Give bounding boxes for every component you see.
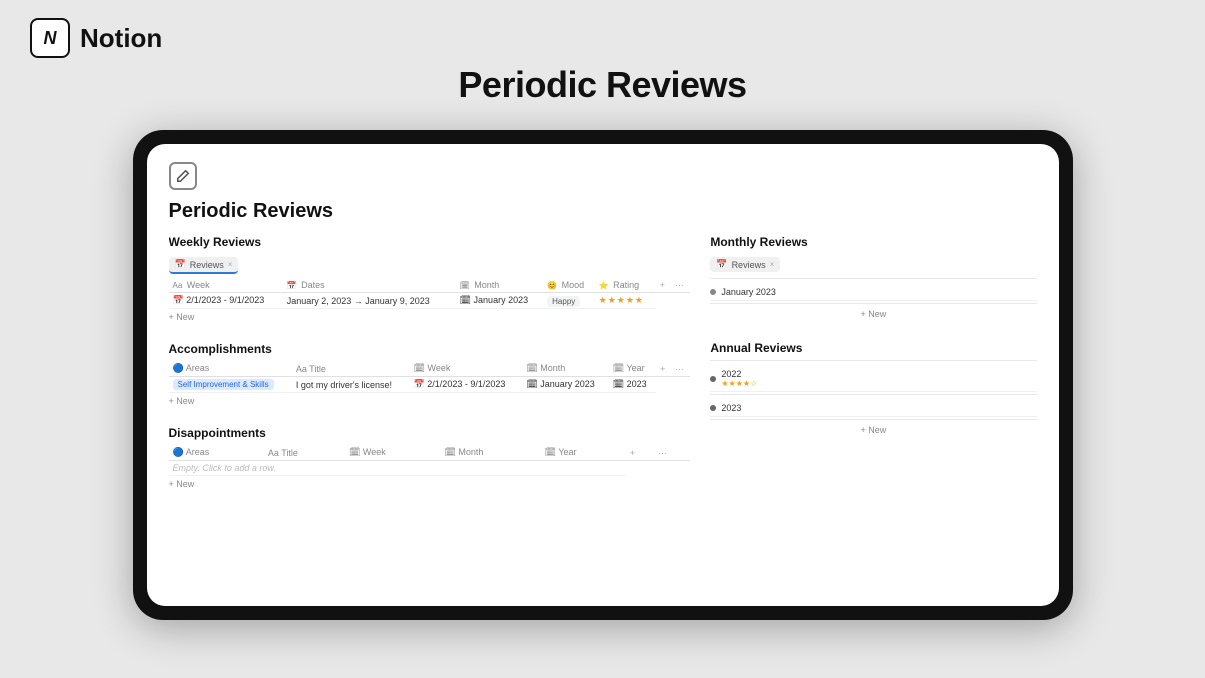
monthly-reviews-section: Monthly Reviews 📅 Reviews × January 2023 (710, 235, 1036, 319)
annual-reviews-section: Annual Reviews 2022 ★★★★☆ 202 (710, 341, 1036, 435)
col-dis-month: 🗓 Month (440, 445, 540, 461)
bullet-icon3 (710, 405, 716, 411)
page-title-heading: Periodic Reviews (30, 64, 1175, 106)
cell-acc-week: 📅 2/1/2023 - 9/1/2023 (410, 377, 523, 393)
disappointments-db: 🔵 Areas Aa Title 🗓 Week 🗓 Month 🗓 Year +… (169, 445, 691, 489)
annual-reviews-title: Annual Reviews (710, 341, 1036, 355)
col-more2[interactable]: ··· (671, 361, 690, 377)
notion-top-bar (169, 162, 1037, 190)
divider1 (710, 278, 1036, 279)
annual-2023-label: 2023 (721, 403, 1036, 413)
col-mood: 😊 Mood (543, 278, 594, 293)
col-month: 🗓 Month (456, 278, 544, 293)
dis-header-row: 🔵 Areas Aa Title 🗓 Week 🗓 Month 🗓 Year +… (169, 445, 691, 461)
annual-new-row[interactable]: + New (710, 425, 1036, 435)
monthly-item-jan: January 2023 (721, 287, 1036, 297)
notion-page-title: Periodic Reviews (169, 200, 1037, 223)
bullet-icon (710, 289, 716, 295)
disappointments-section: Disappointments 🔵 Areas Aa Title 🗓 Week … (169, 426, 691, 489)
col-more[interactable]: ··· (671, 278, 691, 293)
col-dis-add[interactable]: + (626, 445, 654, 461)
bullet-icon2 (710, 376, 716, 382)
weekly-reviews-header-row: Aa Week 📅 Dates 🗓 Month 😊 Mood ⭐ Rating … (169, 278, 691, 293)
list-item[interactable]: 2022 ★★★★☆ (710, 366, 1036, 392)
col-add[interactable]: + (656, 278, 671, 293)
disappointments-title: Disappointments (169, 426, 691, 440)
notion-brand-name: Notion (80, 23, 162, 54)
divider5 (710, 419, 1036, 420)
divider3 (710, 360, 1036, 361)
col-dis-year: 🗓 Year (541, 445, 626, 461)
col-month2: 🗓 Month (522, 361, 608, 377)
monthly-new-row-label: + New (861, 309, 887, 319)
col-year: 🗓 Year (609, 361, 656, 377)
monthly-tab-x: × (770, 260, 775, 269)
list-item[interactable]: 2023 (710, 400, 1036, 417)
weekly-reviews-db: 📅 Reviews × Aa Week 📅 Dates 🗓 Month (169, 254, 691, 322)
notion-body: Weekly Reviews 📅 Reviews × Aa Week (169, 235, 1037, 606)
calendar-icon2: 📅 (716, 259, 727, 270)
calendar-icon: 📅 (175, 259, 186, 270)
col-rating: ⭐ Rating (595, 278, 656, 293)
accomplishments-table: 🔵 Areas Aa Title 🗓 Week 🗓 Month 🗓 Year +… (169, 361, 691, 393)
weekly-reviews-tab-label: Reviews (190, 260, 224, 270)
cell-month: 🗓 January 2023 (456, 293, 544, 309)
col-dis-areas: 🔵 Areas (169, 445, 264, 461)
monthly-reviews-tab[interactable]: 📅 Reviews × (710, 257, 780, 272)
col-dis-title: Aa Title (264, 445, 345, 461)
accomplishments-section: Accomplishments 🔵 Areas Aa Title 🗓 Week … (169, 342, 691, 406)
monthly-new-row[interactable]: + New (710, 309, 1036, 319)
notion-brand: N Notion (30, 18, 162, 58)
notion-logo-icon: N (30, 18, 70, 58)
cell-rating: ★★★★★ (595, 293, 656, 309)
col-add2[interactable]: + (656, 361, 671, 377)
weekly-reviews-title: Weekly Reviews (169, 235, 691, 249)
table-row: Empty. Click to add a row. (169, 461, 691, 476)
table-row[interactable]: Self Improvement & Skills I got my drive… (169, 377, 691, 393)
col-dis-more[interactable]: ··· (654, 445, 690, 461)
monthly-tab-label: Reviews (732, 260, 766, 270)
annual-2022-label: 2022 (721, 369, 1036, 379)
table-row[interactable]: 📅 2/1/2023 - 9/1/2023 January 2, 2023 → … (169, 293, 691, 309)
acc-new-row[interactable]: New (169, 396, 691, 406)
left-column: Weekly Reviews 📅 Reviews × Aa Week (169, 235, 691, 606)
tablet-screen: Periodic Reviews Weekly Reviews 📅 Review… (147, 144, 1059, 606)
annual-new-row-label: + New (861, 425, 887, 435)
empty-row-text: Empty. Click to add a row. (169, 461, 626, 476)
col-dis-week: 🗓 Week (345, 445, 440, 461)
weekly-reviews-tab[interactable]: 📅 Reviews × (169, 257, 239, 274)
cell-area: Self Improvement & Skills (169, 377, 292, 393)
right-column: Monthly Reviews 📅 Reviews × January 2023 (710, 235, 1036, 606)
accomplishments-db: 🔵 Areas Aa Title 🗓 Week 🗓 Month 🗓 Year +… (169, 361, 691, 406)
cell-acc-year: 🗓 2023 (609, 377, 656, 393)
edit-icon[interactable] (169, 162, 197, 190)
weekly-reviews-section: Weekly Reviews 📅 Reviews × Aa Week (169, 235, 691, 322)
monthly-reviews-title: Monthly Reviews (710, 235, 1036, 249)
annual-2022-stars: ★★★★☆ (721, 379, 1036, 388)
tablet-frame: Periodic Reviews Weekly Reviews 📅 Review… (133, 130, 1073, 620)
col-dates: 📅 Dates (283, 278, 456, 293)
cell-week: 📅 2/1/2023 - 9/1/2023 (169, 293, 283, 309)
tab-close: × (228, 260, 233, 269)
col-areas: 🔵 Areas (169, 361, 292, 377)
cell-mood: Happy (543, 293, 594, 309)
header: N Notion Periodic Reviews (0, 0, 1205, 130)
notion-page: Periodic Reviews Weekly Reviews 📅 Review… (147, 144, 1059, 606)
weekly-reviews-table: Aa Week 📅 Dates 🗓 Month 😊 Mood ⭐ Rating … (169, 278, 691, 309)
col-week: Aa Week (169, 278, 283, 293)
acc-header-row: 🔵 Areas Aa Title 🗓 Week 🗓 Month 🗓 Year +… (169, 361, 691, 377)
cell-dates: January 2, 2023 → January 9, 2023 (283, 293, 456, 309)
cell-acc-title: I got my driver's license! (292, 377, 410, 393)
divider2 (710, 303, 1036, 304)
disappointments-table: 🔵 Areas Aa Title 🗓 Week 🗓 Month 🗓 Year +… (169, 445, 691, 476)
cell-acc-month: 🗓 January 2023 (522, 377, 608, 393)
divider4 (710, 394, 1036, 395)
dis-new-row[interactable]: New (169, 479, 691, 489)
col-title: Aa Title (292, 361, 410, 377)
weekly-new-row[interactable]: New (169, 312, 691, 322)
list-item[interactable]: January 2023 (710, 284, 1036, 301)
accomplishments-title: Accomplishments (169, 342, 691, 356)
col-week2: 🗓 Week (410, 361, 523, 377)
